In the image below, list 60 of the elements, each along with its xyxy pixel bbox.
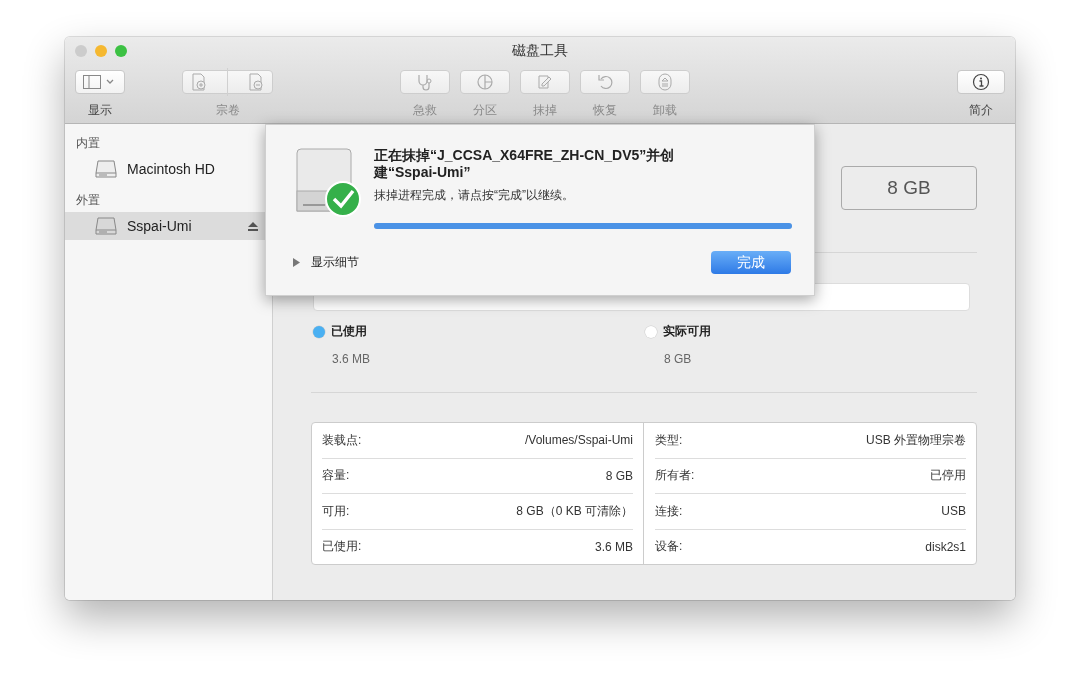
eject-icon[interactable] — [248, 221, 258, 231]
disk-name: Macintosh HD — [127, 161, 215, 177]
toolbar-label: 宗卷 — [215, 102, 240, 119]
info-label: 所有者: — [655, 467, 695, 485]
info-value: USB 外置物理宗卷 — [866, 431, 966, 449]
capacity-box: 8 GB — [841, 166, 977, 210]
info-label: 容量: — [322, 467, 350, 485]
remove-volume-icon — [248, 73, 264, 91]
info-label: 连接: — [655, 502, 683, 520]
info-label: 装载点: — [322, 431, 362, 449]
info-value: 已停用 — [930, 467, 966, 485]
disk-name: Sspai-Umi — [127, 218, 192, 234]
dialog-title: 正在抹掉“J_CCSA_X64FRE_ZH-CN_DV5”并创建“Sspai-Umi” — [374, 147, 676, 181]
erase-icon — [536, 73, 554, 91]
info-value: 8 GB（0 KB 可清除） — [516, 502, 633, 520]
info-label: 设备: — [655, 538, 683, 556]
legend-label: 已使用 — [331, 323, 367, 340]
eject-icon — [658, 73, 672, 91]
firstaid-button[interactable] — [400, 70, 450, 94]
info-label: 已使用: — [322, 538, 362, 556]
partition-button[interactable] — [460, 70, 510, 94]
pie-icon — [476, 73, 494, 91]
info-value: 3.6 MB — [595, 539, 633, 554]
toolbar-label: 简介 — [969, 102, 993, 119]
info-value: /Volumes/Sspai-Umi — [524, 433, 633, 448]
disclosure-triangle-icon — [292, 258, 301, 267]
legend-value: 3.6 MB — [332, 352, 371, 366]
window-title: 磁盘工具 — [512, 42, 568, 60]
sidebar-section-header: 内置 — [75, 135, 101, 152]
close-button[interactable] — [75, 45, 87, 57]
info-icon — [972, 73, 990, 91]
minimize-button[interactable] — [95, 45, 107, 57]
info-value: 8 GB — [605, 468, 633, 483]
info-value: USB — [941, 504, 966, 519]
toolbar-label: 分区 — [473, 102, 497, 119]
drive-check-icon — [295, 147, 361, 219]
info-button[interactable] — [957, 70, 1005, 94]
toolbar-label: 急救 — [413, 102, 437, 119]
info-label: 类型: — [655, 431, 683, 449]
view-button[interactable] — [75, 70, 125, 94]
sidebar-item[interactable]: Macintosh HD — [65, 155, 272, 183]
toolbar-label: 恢复 — [593, 102, 617, 119]
toolbar-label: 显示 — [88, 102, 112, 119]
zoom-button[interactable] — [115, 45, 127, 57]
restore-button[interactable] — [580, 70, 630, 94]
info-label: 可用: — [322, 502, 350, 520]
toolbar-label: 抹掉 — [533, 102, 557, 119]
sidebar-section-header: 外置 — [75, 192, 101, 209]
show-details-toggle[interactable]: 显示细节 — [292, 254, 359, 271]
legend-value: 8 GB — [664, 352, 693, 366]
restore-icon — [596, 73, 614, 91]
legend-label: 实际可用 — [663, 323, 711, 340]
add-volume-icon — [191, 73, 207, 91]
volume-button[interactable] — [182, 70, 273, 94]
unmount-button[interactable] — [640, 70, 690, 94]
stethoscope-icon — [416, 73, 434, 91]
toolbar-label: 卸载 — [653, 102, 677, 119]
info-value: disk2s1 — [925, 539, 966, 554]
erase-button[interactable] — [520, 70, 570, 94]
dialog-message: 抹掉进程完成，请点按“完成”以继续。 — [374, 187, 575, 204]
